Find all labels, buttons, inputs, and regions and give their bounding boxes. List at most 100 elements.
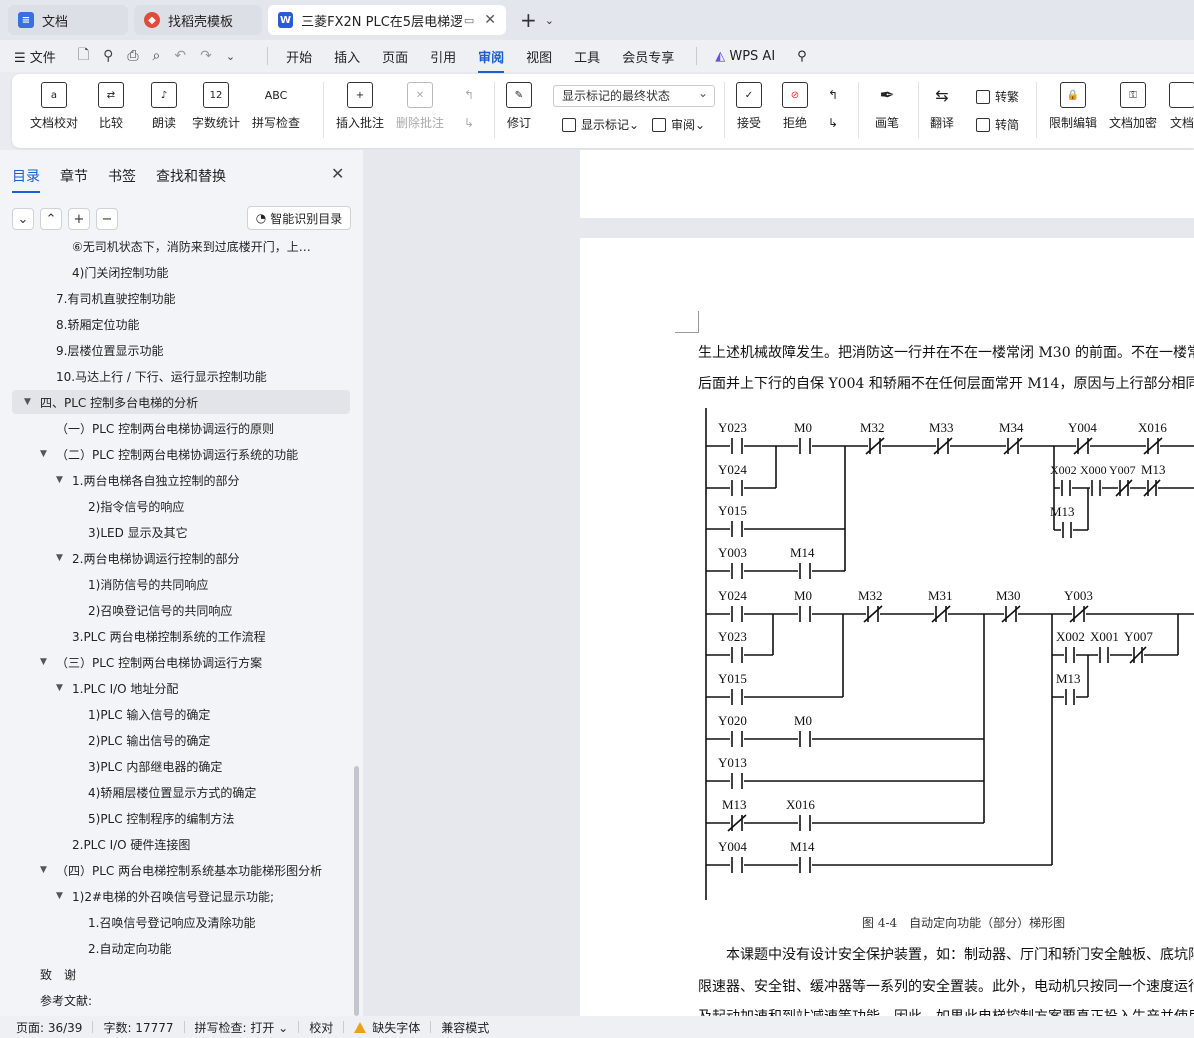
tab-chapters[interactable]: 章节 — [60, 166, 88, 186]
menu-tools[interactable]: 工具 — [574, 47, 600, 66]
toc-item[interactable]: 2)召唤登记信号的共同响应 — [12, 598, 350, 622]
expand-arrow-icon[interactable]: ▼ — [56, 475, 63, 485]
share-icon[interactable]: ⚲ — [103, 48, 113, 64]
toc-item[interactable]: ▼ （四）PLC 两台电梯控制系统基本功能梯形图分析 — [12, 858, 350, 882]
toc-item[interactable]: 3.PLC 两台电梯控制系统的工作流程 — [12, 624, 350, 648]
to-traditional-button[interactable]: 转繁 — [976, 88, 1019, 105]
toc-item[interactable]: 9.层楼位置显示功能 — [12, 338, 350, 362]
toc-item[interactable]: 致 谢 — [12, 962, 350, 986]
toc-item[interactable]: 5)PLC 控制程序的编制方法 — [12, 806, 350, 830]
file-menu[interactable]: ☰ 文件 — [14, 47, 56, 66]
toc-item[interactable]: 10.马达上行 / 下行、运行显示控制功能 — [12, 364, 350, 388]
print-icon[interactable]: ⎙ — [127, 48, 138, 64]
search-icon[interactable]: ⚲ — [797, 49, 807, 64]
expand-arrow-icon[interactable]: ▼ — [56, 891, 63, 901]
add-heading-button[interactable]: + — [68, 208, 90, 230]
toc-item[interactable]: 2)指令信号的响应 — [12, 494, 350, 518]
undo-icon[interactable]: ↶ — [174, 48, 186, 64]
expand-arrow-icon[interactable]: ▼ — [56, 553, 63, 563]
remove-heading-button[interactable]: − — [96, 208, 118, 230]
menu-review[interactable]: 审阅 — [478, 47, 505, 73]
translate-button[interactable]: ⇆ 翻译 — [929, 82, 955, 131]
wps-ai-button[interactable]: ◭ WPS AI — [715, 49, 775, 64]
word-count-button[interactable]: 12 字数统计 — [192, 82, 240, 131]
print-preview-icon[interactable]: ⌕ — [153, 48, 161, 64]
toc-item[interactable]: ▼ 1.PLC I/O 地址分配 — [12, 676, 350, 700]
next-comment-icon[interactable]: ↳ — [464, 116, 474, 130]
toc-item[interactable]: 4)门关闭控制功能 — [12, 260, 350, 284]
document-button[interactable]: 文档 — [1169, 82, 1194, 131]
spell-check-button[interactable]: ABC 拼写检查 — [252, 82, 300, 131]
reject-button[interactable]: ⊘ 拒绝 — [782, 82, 808, 131]
document-page[interactable]: 生上述机械故障发生。把消防这一行并在不在一楼常闭 M30 的前面。不在一楼常闭 … — [580, 238, 1194, 1016]
new-tab-icon[interactable]: + — [520, 8, 537, 32]
tab-find-replace[interactable]: 查找和替换 — [156, 166, 226, 186]
previous-change-icon[interactable]: ↰ — [828, 88, 838, 102]
proofread-button[interactable]: a 文档校对 — [30, 82, 78, 131]
chevron-down-icon[interactable]: ⌄ — [545, 14, 554, 27]
proof-button[interactable]: 校对 — [309, 1019, 333, 1036]
next-change-icon[interactable]: ↳ — [828, 116, 838, 130]
toc-item[interactable]: 8.轿厢定位功能 — [12, 312, 350, 336]
toc-item[interactable]: 3)LED 显示及其它 — [12, 520, 350, 544]
encrypt-document-button[interactable]: ⚿ 文档加密 — [1109, 82, 1157, 131]
pen-button[interactable]: ✒ 画笔 — [874, 82, 900, 131]
chevron-down-icon[interactable]: ⌄ — [226, 50, 235, 63]
missing-font-indicator[interactable]: 缺失字体 — [354, 1019, 420, 1036]
menu-page[interactable]: 页面 — [382, 47, 408, 66]
collapse-up-button[interactable]: ⌃ — [40, 208, 62, 230]
review-pane-button[interactable]: 审阅 ⌄ — [652, 116, 705, 133]
menu-insert[interactable]: 插入 — [334, 47, 360, 66]
toc-item[interactable]: ▼ （三）PLC 控制两台电梯协调运行方案 — [12, 650, 350, 674]
scrollbar[interactable] — [354, 766, 359, 1016]
toc-item[interactable]: ▼ 四、PLC 控制多台电梯的分析 — [12, 390, 350, 414]
menu-home[interactable]: 开始 — [286, 47, 312, 66]
toc-item[interactable]: 1)PLC 输入信号的确定 — [12, 702, 350, 726]
tab-docs[interactable]: ≡ 文档 — [8, 5, 128, 35]
toc-item[interactable]: ▼ 1.两台电梯各自独立控制的部分 — [12, 468, 350, 492]
smart-toc-button[interactable]: ◔ 智能识别目录 — [247, 206, 351, 230]
accept-button[interactable]: ✓ 接受 — [736, 82, 762, 131]
to-simplified-button[interactable]: 转简 — [976, 116, 1019, 133]
show-markup-button[interactable]: 显示标记 ⌄ — [562, 116, 639, 133]
toc-item[interactable]: 2)PLC 输出信号的确定 — [12, 728, 350, 752]
close-icon[interactable]: ✕ — [331, 164, 344, 183]
toc-item[interactable]: 参考文献: — [12, 988, 350, 1012]
toc-item[interactable]: 4)轿厢层楼位置显示方式的确定 — [12, 780, 350, 804]
expand-arrow-icon[interactable]: ▼ — [56, 683, 63, 693]
tab-current-document[interactable]: W 三菱FX2N PLC在5层电梯逻辑 ▭ ✕ — [268, 5, 506, 35]
toc-item[interactable]: 3)PLC 内部继电器的确定 — [12, 754, 350, 778]
expand-arrow-icon[interactable]: ▼ — [40, 865, 47, 875]
menu-references[interactable]: 引用 — [430, 47, 456, 66]
toc-item[interactable]: ▼ 1)2#电梯的外召唤信号登记显示功能; — [12, 884, 350, 908]
track-changes-button[interactable]: ✎ 修订 — [506, 82, 532, 131]
toc-item[interactable]: 1.召唤信号登记响应及清除功能 — [12, 910, 350, 934]
toc-item[interactable]: （一）PLC 控制两台电梯协调运行的原则 — [12, 416, 350, 440]
monitor-icon[interactable]: ▭ — [464, 14, 474, 27]
toc-item[interactable]: ⑥无司机状态下，消防来到过底楼开门，上… — [12, 236, 350, 258]
word-count-indicator[interactable]: 字数: 17777 — [103, 1019, 173, 1036]
save-icon[interactable]: 🗋 — [78, 44, 89, 68]
toc-item[interactable]: ▼ （二）PLC 控制两台电梯协调运行系统的功能 — [12, 442, 350, 466]
toc-item[interactable]: 2.自动定向功能 — [12, 936, 350, 960]
menu-view[interactable]: 视图 — [526, 47, 552, 66]
expand-arrow-icon[interactable]: ▼ — [40, 449, 47, 459]
toc-item[interactable]: 1)消防信号的共同响应 — [12, 572, 350, 596]
insert-comment-button[interactable]: + 插入批注 — [336, 82, 384, 131]
toc-item[interactable]: ▼ 2.两台电梯协调运行控制的部分 — [12, 546, 350, 570]
previous-comment-icon[interactable]: ↰ — [464, 88, 474, 102]
spell-check-status[interactable]: 拼写检查: 打开 ⌄ — [195, 1019, 289, 1036]
page-indicator[interactable]: 页面: 36/39 — [16, 1019, 82, 1036]
expand-arrow-icon[interactable]: ▼ — [24, 397, 31, 407]
compare-button[interactable]: ⇄ 比较 — [98, 82, 124, 131]
read-aloud-button[interactable]: ♪ 朗读 — [151, 82, 177, 131]
collapse-down-button[interactable]: ⌄ — [12, 208, 34, 230]
toc-item[interactable]: 2.PLC I/O 硬件连接图 — [12, 832, 350, 856]
close-icon[interactable]: ✕ — [484, 12, 496, 28]
redo-icon[interactable]: ↷ — [200, 48, 212, 64]
toc-item[interactable]: 7.有司机直驶控制功能 — [12, 286, 350, 310]
tab-toc[interactable]: 目录 — [12, 166, 40, 193]
restrict-editing-button[interactable]: 🔒 限制编辑 — [1049, 82, 1097, 131]
menu-member[interactable]: 会员专享 — [622, 47, 674, 66]
expand-arrow-icon[interactable]: ▼ — [40, 657, 47, 667]
